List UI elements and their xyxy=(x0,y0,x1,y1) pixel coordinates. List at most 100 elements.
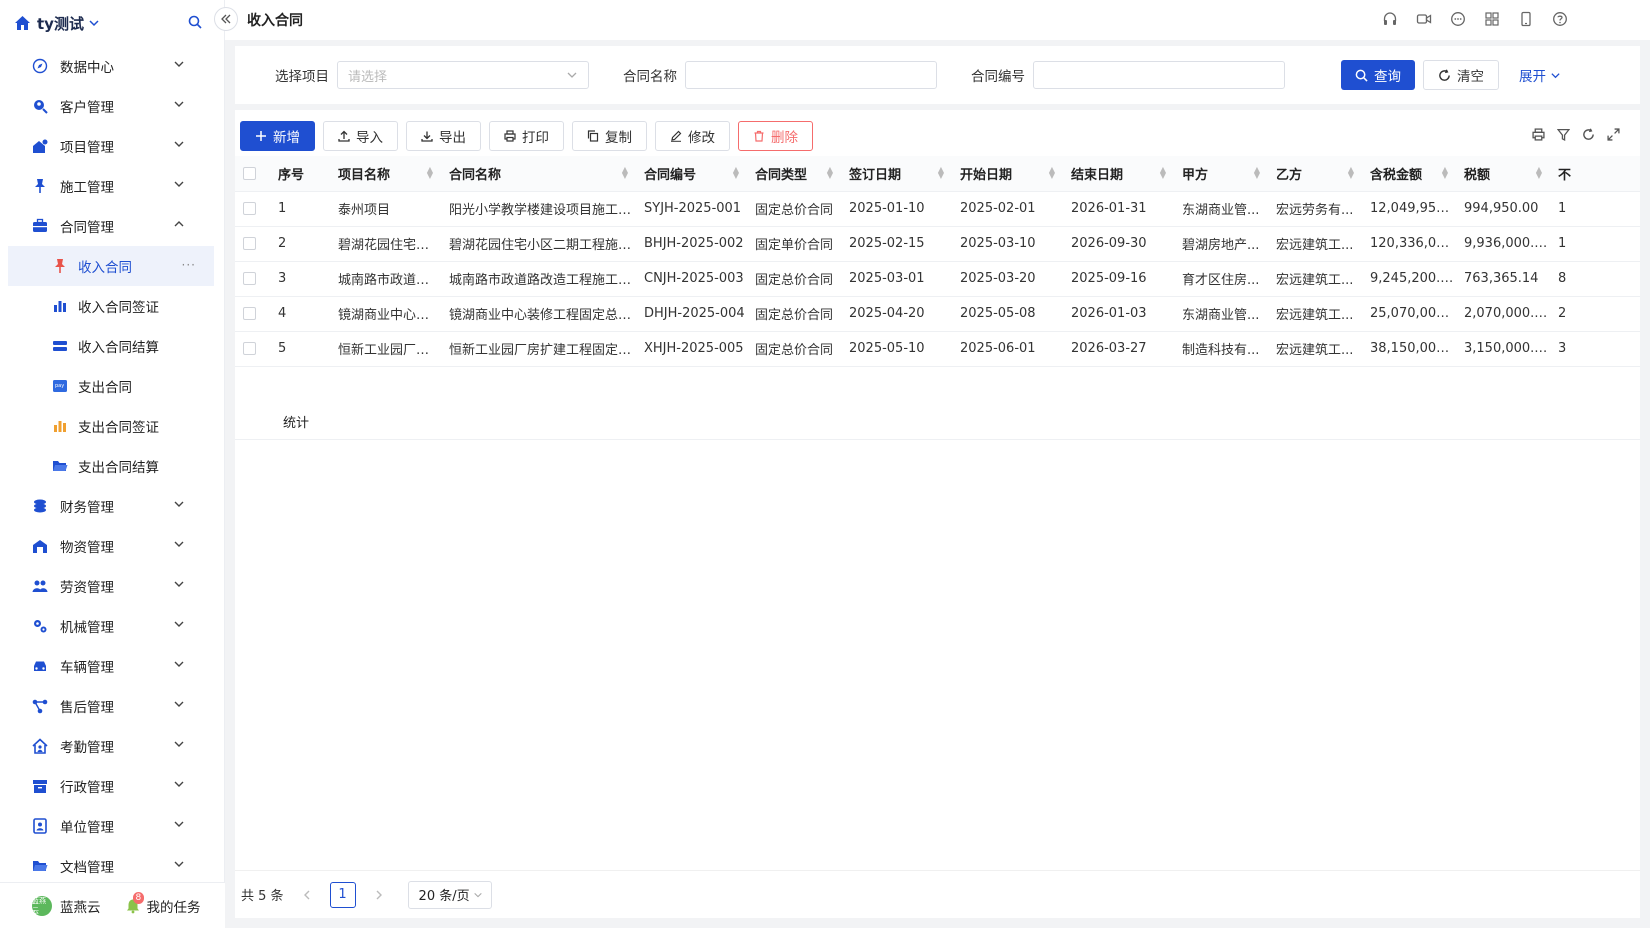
table-cell: 2025-03-01 xyxy=(841,261,952,297)
contract-code-input[interactable] xyxy=(1033,61,1285,89)
chevron-down-icon xyxy=(174,819,184,829)
delete-button[interactable]: 删除 xyxy=(738,121,813,151)
column-header[interactable]: 签订日期 ▲ ▼ xyxy=(841,156,952,192)
sort-icon[interactable]: ▲ ▼ xyxy=(1442,166,1448,180)
column-header[interactable]: 项目名称 ▲ ▼ xyxy=(330,156,441,192)
sort-icon[interactable]: ▲ ▼ xyxy=(622,166,628,180)
column-header-label: 乙方 xyxy=(1276,167,1303,183)
brand-header[interactable]: ty测试 xyxy=(0,0,224,46)
page-number[interactable]: 1 xyxy=(329,881,356,908)
column-header[interactable]: 开始日期 ▲ ▼ xyxy=(952,156,1063,192)
column-header[interactable]: 结束日期 ▲ ▼ xyxy=(1063,156,1174,192)
help-icon[interactable] xyxy=(1552,11,1568,27)
sidebar-item-construction[interactable]: 施工管理 xyxy=(0,166,224,206)
next-page-icon[interactable] xyxy=(374,890,384,900)
row-checkbox[interactable] xyxy=(243,272,256,285)
user-name[interactable]: 蓝燕云 xyxy=(60,896,101,916)
sort-icon[interactable]: ▲ ▼ xyxy=(1536,166,1542,180)
column-header[interactable]: 乙方 ▲ ▼ xyxy=(1268,156,1362,192)
row-checkbox[interactable] xyxy=(243,202,256,215)
table-row[interactable]: 2 碧湖花园住宅小... 碧湖花园住宅小区二期工程施工... BHJH-2025… xyxy=(235,226,1640,262)
export-button[interactable]: 导出 xyxy=(406,121,481,151)
sidebar-item-after-sales[interactable]: 售后管理 xyxy=(0,686,224,726)
row-checkbox[interactable] xyxy=(243,342,256,355)
import-button[interactable]: 导入 xyxy=(323,121,398,151)
table-row[interactable]: 5 恒新工业园厂房... 恒新工业园厂房扩建工程固定总... XHJH-2025… xyxy=(235,331,1640,367)
sidebar-item-units[interactable]: 单位管理 xyxy=(0,806,224,846)
sidebar-item-documents[interactable]: 文档管理 xyxy=(0,846,224,886)
copy-button[interactable]: 复制 xyxy=(572,121,647,151)
page-size-select[interactable]: 20 条/页 xyxy=(407,880,492,909)
sort-icon[interactable]: ▲ ▼ xyxy=(1049,166,1055,180)
headset-icon[interactable] xyxy=(1382,11,1398,27)
sidebar-item-attendance[interactable]: 考勤管理 xyxy=(0,726,224,766)
table-row[interactable]: 1 泰州项目 阳光小学教学楼建设项目施工总... SYJH-2025-001 固… xyxy=(235,191,1640,227)
column-header[interactable]: 甲方 ▲ ▼ xyxy=(1174,156,1268,192)
column-header[interactable]: 合同编号 ▲ ▼ xyxy=(636,156,747,192)
sidebar-item-projects[interactable]: 项目管理 xyxy=(0,126,224,166)
sidebar-item-data-center[interactable]: 数据中心 xyxy=(0,46,224,86)
clear-button[interactable]: 清空 xyxy=(1423,60,1499,90)
sort-icon[interactable]: ▲ ▼ xyxy=(1254,166,1260,180)
sidebar-item-labor[interactable]: 劳资管理 xyxy=(0,566,224,606)
sidebar-subitem-expense-visa[interactable]: 支出合同签证 xyxy=(0,406,224,446)
edit-button[interactable]: 修改 xyxy=(655,121,730,151)
table-row[interactable]: 4 镜湖商业中心装... 镜湖商业中心装修工程固定总价... DHJH-2025… xyxy=(235,296,1640,332)
project-select[interactable]: 请选择 xyxy=(337,61,589,89)
sidebar-item-finance[interactable]: 财务管理 xyxy=(0,486,224,526)
fullscreen-icon[interactable] xyxy=(1607,128,1620,141)
add-button[interactable]: 新增 xyxy=(240,121,315,151)
column-header[interactable]: 合同名称 ▲ ▼ xyxy=(441,156,636,192)
mobile-icon[interactable] xyxy=(1518,11,1534,27)
sidebar-subitem-income-visa[interactable]: 收入合同签证 xyxy=(0,286,224,326)
chevron-down-icon[interactable] xyxy=(88,17,100,29)
sort-icon[interactable]: ▲ ▼ xyxy=(733,166,739,180)
prev-page-icon[interactable] xyxy=(302,890,312,900)
sidebar-subitem-income-contract[interactable]: 收入合同 ··· xyxy=(8,246,214,286)
sort-icon[interactable]: ▲ ▼ xyxy=(1160,166,1166,180)
sidebar-item-materials[interactable]: 物资管理 xyxy=(0,526,224,566)
print-icon[interactable] xyxy=(1532,128,1545,141)
expand-link[interactable]: 展开 xyxy=(1519,65,1561,85)
my-tasks-link[interactable]: 我的任务 xyxy=(147,896,201,916)
row-checkbox[interactable] xyxy=(243,307,256,320)
sort-icon[interactable]: ▲ ▼ xyxy=(938,166,944,180)
filter-icon[interactable] xyxy=(1557,128,1570,141)
column-header[interactable]: 合同类型 ▲ ▼ xyxy=(747,156,841,192)
bell-icon[interactable]: 8 xyxy=(125,891,145,914)
refresh-icon[interactable] xyxy=(1582,128,1595,141)
collapse-sidebar-button[interactable] xyxy=(214,7,238,31)
search-icon[interactable] xyxy=(188,15,202,29)
row-checkbox[interactable] xyxy=(243,237,256,250)
sort-icon[interactable]: ▲ ▼ xyxy=(827,166,833,180)
column-header[interactable]: 税额 ▲ ▼ xyxy=(1456,156,1550,192)
video-icon[interactable] xyxy=(1416,11,1432,27)
add-button-label: 新增 xyxy=(273,130,300,146)
table-row[interactable]: 3 城南路市政道路... 城南路市政道路改造工程施工合同 CNJH-2025-0… xyxy=(235,261,1640,297)
sidebar-item-customers[interactable]: 客户管理 xyxy=(0,86,224,126)
table-cell: 碧湖房地产... xyxy=(1174,226,1268,262)
apps-grid-icon[interactable] xyxy=(1484,11,1500,27)
avatar[interactable]: 蓝燕云 xyxy=(32,895,52,916)
contract-name-input[interactable] xyxy=(685,61,937,89)
chat-icon[interactable] xyxy=(1450,11,1466,27)
sidebar-item-contracts[interactable]: 合同管理 xyxy=(0,206,224,246)
table-cell: 2026-09-30 xyxy=(1063,226,1174,262)
more-icon[interactable]: ··· xyxy=(182,258,196,272)
sidebar-item-machinery[interactable]: 机械管理 xyxy=(0,606,224,646)
sort-icon[interactable]: ▲ ▼ xyxy=(427,166,433,180)
select-all-checkbox[interactable] xyxy=(243,166,256,180)
sidebar-item-admin[interactable]: 行政管理 xyxy=(0,766,224,806)
query-button[interactable]: 查询 xyxy=(1341,60,1415,90)
column-header-label: 开始日期 xyxy=(960,167,1013,183)
sidebar-subitem-expense-settlement[interactable]: 支出合同结算 xyxy=(0,446,224,486)
sidebar-subitem-expense-contract[interactable]: pay 支出合同 xyxy=(0,366,224,406)
sidebar-item-vehicles[interactable]: 车辆管理 xyxy=(0,646,224,686)
home-icon[interactable] xyxy=(14,15,31,31)
column-header[interactable]: 含税金额 ▲ ▼ xyxy=(1362,156,1456,192)
app-title[interactable]: ty测试 xyxy=(37,13,84,34)
sidebar-subitem-income-settlement[interactable]: 收入合同结算 xyxy=(0,326,224,366)
sort-icon[interactable]: ▲ ▼ xyxy=(1348,166,1354,180)
print-button[interactable]: 打印 xyxy=(489,121,564,151)
plus-icon xyxy=(256,131,266,141)
